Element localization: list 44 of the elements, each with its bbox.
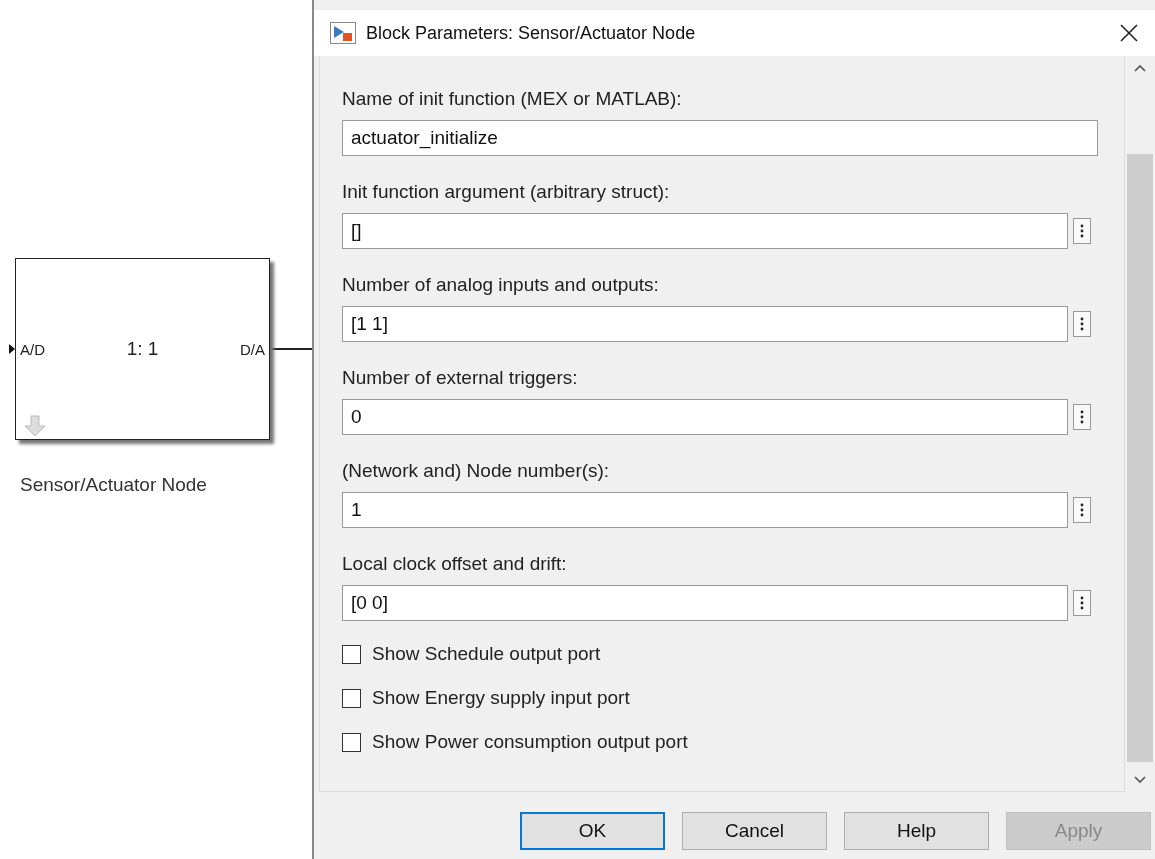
vertical-dots-icon <box>1080 316 1084 332</box>
input-field[interactable]: [0 0] <box>342 585 1068 621</box>
dialog-button[interactable]: Help <box>844 812 989 850</box>
block-icon <box>330 22 356 44</box>
down-arrow-icon <box>24 415 46 437</box>
input-field[interactable]: [] <box>342 213 1068 249</box>
output-port-label: D/A <box>239 340 265 358</box>
checkbox[interactable] <box>342 688 361 708</box>
more-options-button[interactable] <box>1073 404 1091 430</box>
signal-line <box>270 348 312 350</box>
vertical-dots-icon <box>1080 595 1084 611</box>
scroll-down-icon[interactable] <box>1134 776 1146 784</box>
checkbox[interactable] <box>342 732 361 752</box>
input-field[interactable]: actuator_initialize <box>342 120 1098 156</box>
vertical-dots-icon <box>1080 502 1084 518</box>
checkbox-label: Show Energy supply input port <box>372 687 630 709</box>
more-options-button[interactable] <box>1073 311 1091 337</box>
checkbox-label: Show Power consumption output port <box>372 731 688 753</box>
field-label: Name of init function (MEX or MATLAB): <box>342 88 683 110</box>
block-ratio: 1: 1 <box>126 338 159 360</box>
dialog-button[interactable]: Cancel <box>682 812 827 850</box>
more-options-button[interactable] <box>1073 590 1091 616</box>
field-label: Number of external triggers: <box>342 367 579 389</box>
checkbox[interactable] <box>342 644 361 664</box>
scroll-up-icon[interactable] <box>1134 64 1146 72</box>
checkbox-label: Show Schedule output port <box>372 643 601 665</box>
field-label: Init function argument (arbitrary struct): <box>342 181 671 203</box>
field-label: Local clock offset and drift: <box>342 553 568 575</box>
more-options-button[interactable] <box>1073 218 1091 244</box>
more-options-button[interactable] <box>1073 497 1091 523</box>
subsystem-block[interactable]: A/D 1: 1 D/A <box>15 258 270 440</box>
block-name: Sensor/Actuator Node <box>20 474 208 496</box>
vertical-dots-icon <box>1080 409 1084 425</box>
input-field[interactable]: [1 1] <box>342 306 1068 342</box>
input-field[interactable]: 1 <box>342 492 1068 528</box>
dialog-button[interactable]: OK <box>520 812 665 850</box>
input-port-label: A/D <box>20 340 45 358</box>
field-label: (Network and) Node number(s): <box>342 460 611 482</box>
close-icon[interactable] <box>1119 23 1139 43</box>
scrollbar-thumb[interactable] <box>1127 154 1153 762</box>
input-field[interactable]: 0 <box>342 399 1068 435</box>
vertical-dots-icon <box>1080 223 1084 239</box>
field-label: Number of analog inputs and outputs: <box>342 274 660 296</box>
window-title: Block Parameters: Sensor/Actuator Node <box>366 22 697 44</box>
